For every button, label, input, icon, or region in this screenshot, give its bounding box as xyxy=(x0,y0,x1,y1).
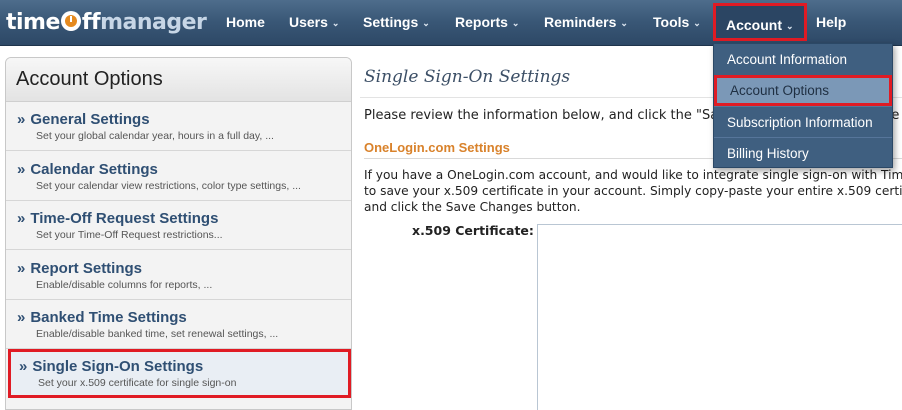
account-dropdown-menu: Account Information Account Options Subs… xyxy=(713,43,893,168)
logo-text-time: time xyxy=(6,10,60,35)
sidebar-item-general-settings[interactable]: » General Settings Set your global calend… xyxy=(6,102,351,151)
nav-tools[interactable]: Tools ⌄ xyxy=(653,0,701,46)
top-navigation-bar: time ffmanager Home Users ⌄ Settings ⌄ Repo… xyxy=(0,0,902,46)
sidebar-item-title: » Report Settings xyxy=(17,260,142,277)
logo-text-ff: ff xyxy=(81,10,101,35)
nav-help-label: Help xyxy=(816,14,847,30)
sidebar-item-title: » General Settings xyxy=(17,111,150,128)
sidebar-item-report-settings[interactable]: » Report Settings Enable/disable columns … xyxy=(6,251,351,300)
chevron-down-icon: ⌄ xyxy=(511,18,520,28)
nav-account-label: Account xyxy=(726,17,782,33)
chevron-down-icon: ⌄ xyxy=(786,21,794,31)
double-chevron-right-icon: » xyxy=(17,260,26,277)
menu-item-account-information[interactable]: Account Information xyxy=(714,44,892,75)
chevron-down-icon: ⌄ xyxy=(331,18,340,28)
menu-item-subscription-information[interactable]: Subscription Information xyxy=(714,106,892,137)
sidebar-item-description: Set your x.509 certificate for single si… xyxy=(38,377,237,389)
instructions-line: If you have a OneLogin.com account, and … xyxy=(364,168,902,182)
double-chevron-right-icon: » xyxy=(17,210,26,227)
sidebar-item-description: Enable/disable banked time, set renewal … xyxy=(36,328,279,340)
double-chevron-right-icon: » xyxy=(17,111,26,128)
sidebar-item-title: » Single Sign-On Settings xyxy=(19,358,203,375)
sidebar-item-banked-time-settings[interactable]: » Banked Time Settings Enable/disable ban… xyxy=(6,300,351,349)
page-title: Single Sign-On Settings xyxy=(364,67,571,87)
sidebar-item-title: » Calendar Settings xyxy=(17,161,158,178)
chevron-down-icon: ⌄ xyxy=(693,18,701,28)
app-logo[interactable]: time ffmanager xyxy=(6,9,207,37)
sidebar-item-description: Enable/disable columns for reports, ... xyxy=(36,279,213,291)
certificate-label: x.509 Certificate: xyxy=(412,223,534,238)
nav-reminders-label: Reminders xyxy=(544,14,617,30)
double-chevron-right-icon: » xyxy=(19,358,28,375)
sidebar-item-label: Report Settings xyxy=(30,260,143,277)
nav-reports-label: Reports xyxy=(455,14,508,30)
nav-users[interactable]: Users ⌄ xyxy=(289,0,339,46)
menu-item-account-options[interactable]: Account Options xyxy=(714,75,892,106)
sidebar-item-label: Time-Off Request Settings xyxy=(30,210,219,227)
double-chevron-right-icon: » xyxy=(17,309,26,326)
chevron-down-icon: ⌄ xyxy=(620,18,628,28)
nav-reminders[interactable]: Reminders ⌄ xyxy=(544,0,628,46)
instructions-line: and click the Save Changes button. xyxy=(364,200,581,214)
sidebar-item-calendar-settings[interactable]: » Calendar Settings Set your calendar vie… xyxy=(6,152,351,201)
nav-settings[interactable]: Settings ⌄ xyxy=(363,0,430,46)
account-options-sidebar: Account Options » General Settings Set yo… xyxy=(5,57,352,410)
nav-home[interactable]: Home xyxy=(226,0,265,46)
logo-text-manager: manager xyxy=(100,10,207,35)
clock-icon xyxy=(60,11,81,31)
instructions-line: to save your x.509 certificate in your a… xyxy=(364,184,902,198)
sidebar-item-label: Calendar Settings xyxy=(30,161,158,178)
instructions-paragraph: If you have a OneLogin.com account, and … xyxy=(364,167,902,215)
sidebar-item-single-sign-on-settings[interactable]: » Single Sign-On Settings Set your x.509 … xyxy=(8,349,351,398)
nav-users-label: Users xyxy=(289,14,328,30)
sidebar-item-description: Set your global calendar year, hours in … xyxy=(36,130,274,142)
nav-account[interactable]: Account ⌄ xyxy=(713,3,807,41)
nav-tools-label: Tools xyxy=(653,14,690,30)
nav-reports[interactable]: Reports ⌄ xyxy=(455,0,519,46)
sidebar-item-label: General Settings xyxy=(30,111,150,128)
sidebar-item-description: Set your calendar view restrictions, col… xyxy=(36,180,301,192)
sidebar-item-label: Single Sign-On Settings xyxy=(32,358,204,375)
sidebar-item-label: Banked Time Settings xyxy=(30,309,187,326)
sidebar-item-time-off-request-settings[interactable]: » Time-Off Request Settings Set your Time… xyxy=(6,201,351,250)
nav-home-label: Home xyxy=(226,14,265,30)
sidebar-item-description: Set your Time-Off Request restrictions..… xyxy=(36,229,223,241)
chevron-down-icon: ⌄ xyxy=(422,18,430,28)
nav-settings-label: Settings xyxy=(363,14,419,30)
sidebar-item-title: » Banked Time Settings xyxy=(17,309,187,326)
section-title: OneLogin.com Settings xyxy=(364,140,510,155)
sidebar-title: Account Options xyxy=(6,58,351,102)
sidebar-item-title: » Time-Off Request Settings xyxy=(17,210,218,227)
menu-item-billing-history[interactable]: Billing History xyxy=(714,137,892,168)
nav-help[interactable]: Help xyxy=(816,0,846,46)
certificate-textarea[interactable] xyxy=(537,224,902,410)
double-chevron-right-icon: » xyxy=(17,161,26,178)
